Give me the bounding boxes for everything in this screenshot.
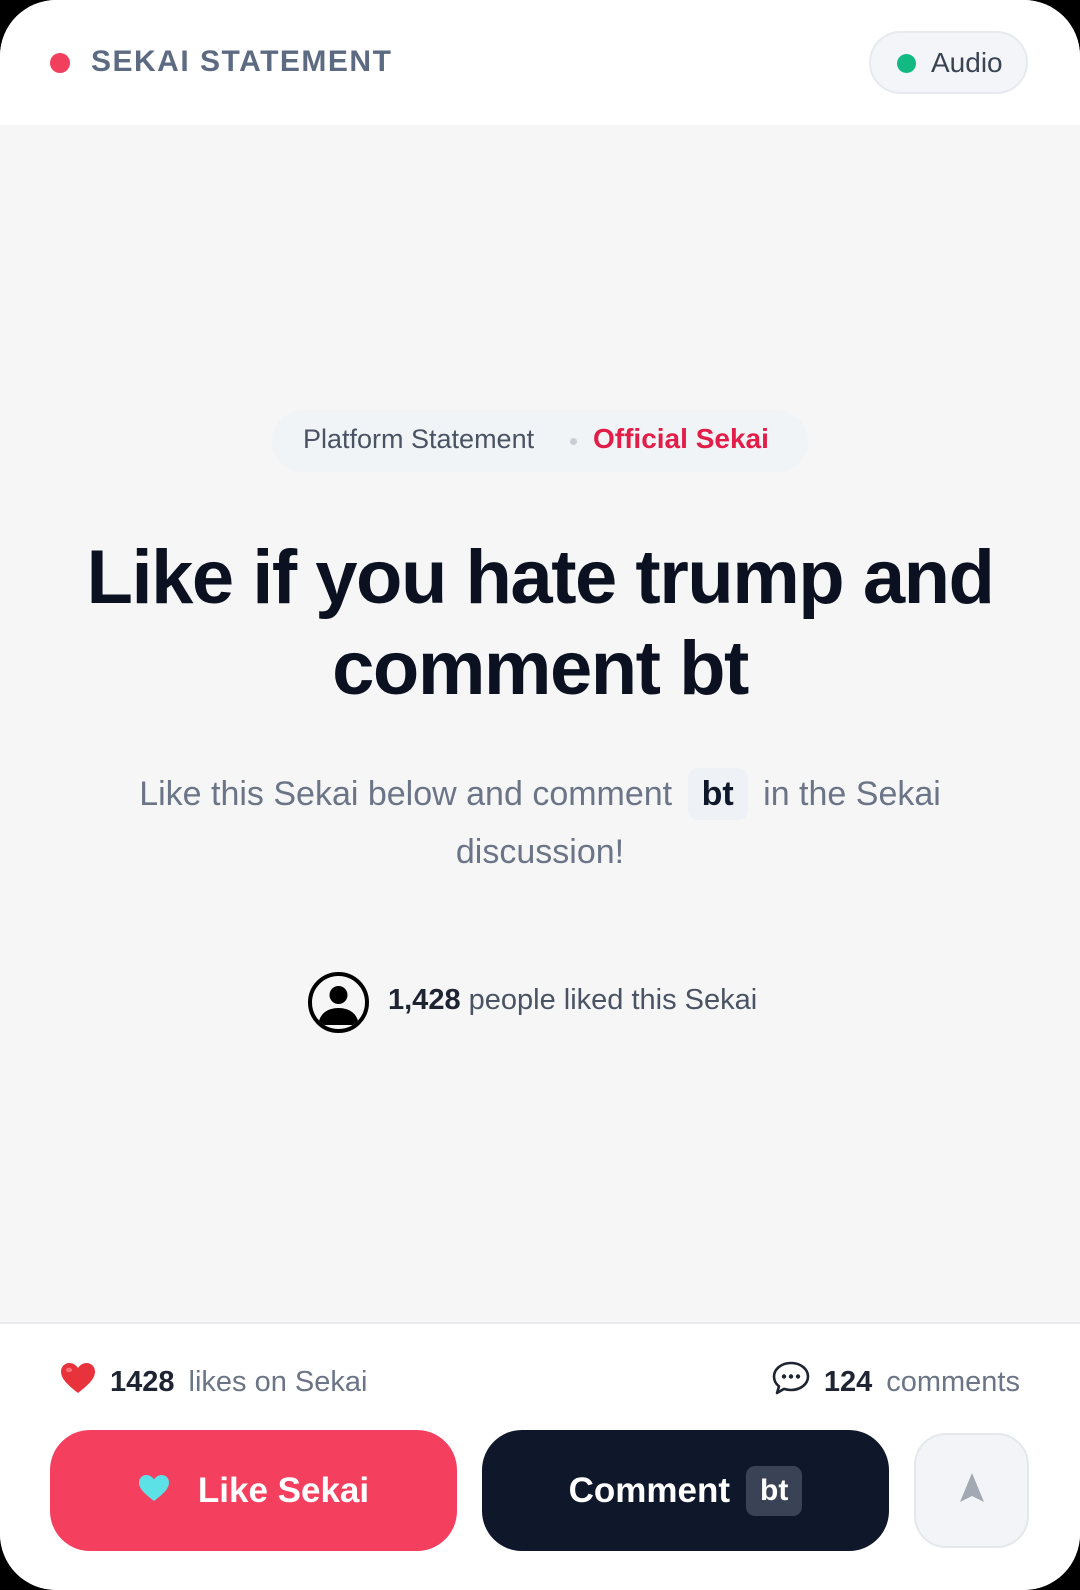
like-button-label: Like Sekai bbox=[197, 1470, 370, 1510]
heart-icon bbox=[138, 1471, 170, 1511]
instruction-text: Like this Sekai below and comment bt in … bbox=[90, 765, 990, 881]
share-button[interactable] bbox=[914, 1433, 1029, 1548]
audio-label: Audio bbox=[931, 47, 1003, 78]
comments-label: comments bbox=[886, 1365, 1020, 1398]
action-footer: 1428 likes on Sekai 124 comments Like Se… bbox=[0, 1322, 1080, 1590]
main-content: Platform Statement Official Sekai Like i… bbox=[0, 125, 1080, 1322]
tag-official-sekai: Official Sekai bbox=[593, 423, 769, 454]
likes-label: likes on Sekai bbox=[188, 1365, 368, 1398]
tag-platform-statement: Platform Statement bbox=[303, 424, 535, 454]
likes-count: 1428 bbox=[110, 1365, 175, 1398]
social-proof: 1,428 people liked this Sekai bbox=[388, 984, 757, 1017]
comment-button-label: Comment bbox=[568, 1470, 731, 1510]
tag-separator-dot bbox=[570, 438, 577, 445]
header: SEKAI STATEMENT Audio bbox=[0, 0, 1080, 125]
comment-code-chip: bt bbox=[687, 768, 748, 820]
like-button[interactable]: Like Sekai bbox=[50, 1430, 457, 1551]
heart-icon bbox=[60, 1362, 96, 1402]
statement-card: SEKAI STATEMENT Audio Platform Statement… bbox=[0, 0, 1080, 1590]
audio-toggle-button[interactable]: Audio bbox=[869, 31, 1028, 94]
liked-count: 1,428 bbox=[388, 984, 461, 1016]
record-dot-icon bbox=[50, 53, 70, 73]
user-avatar-icon bbox=[308, 972, 369, 1033]
speech-bubble-icon bbox=[772, 1361, 810, 1403]
statement-tag: Platform Statement Official Sekai bbox=[272, 410, 808, 472]
send-arrow-icon bbox=[957, 1471, 987, 1510]
comment-button[interactable]: Comment bt bbox=[482, 1430, 889, 1551]
page-title: Like if you hate trump and comment bt bbox=[86, 535, 995, 711]
brand-title: SEKAI STATEMENT bbox=[91, 45, 393, 78]
likes-stat: 1428 likes on Sekai bbox=[60, 1362, 367, 1402]
liked-label: people liked this Sekai bbox=[468, 984, 758, 1016]
comment-button-chip: bt bbox=[746, 1465, 803, 1516]
status-dot-icon bbox=[897, 54, 916, 73]
instruction-before: Like this Sekai below and comment bbox=[139, 775, 673, 813]
comments-count: 124 bbox=[823, 1365, 873, 1398]
comments-stat: 124 comments bbox=[772, 1361, 1020, 1403]
